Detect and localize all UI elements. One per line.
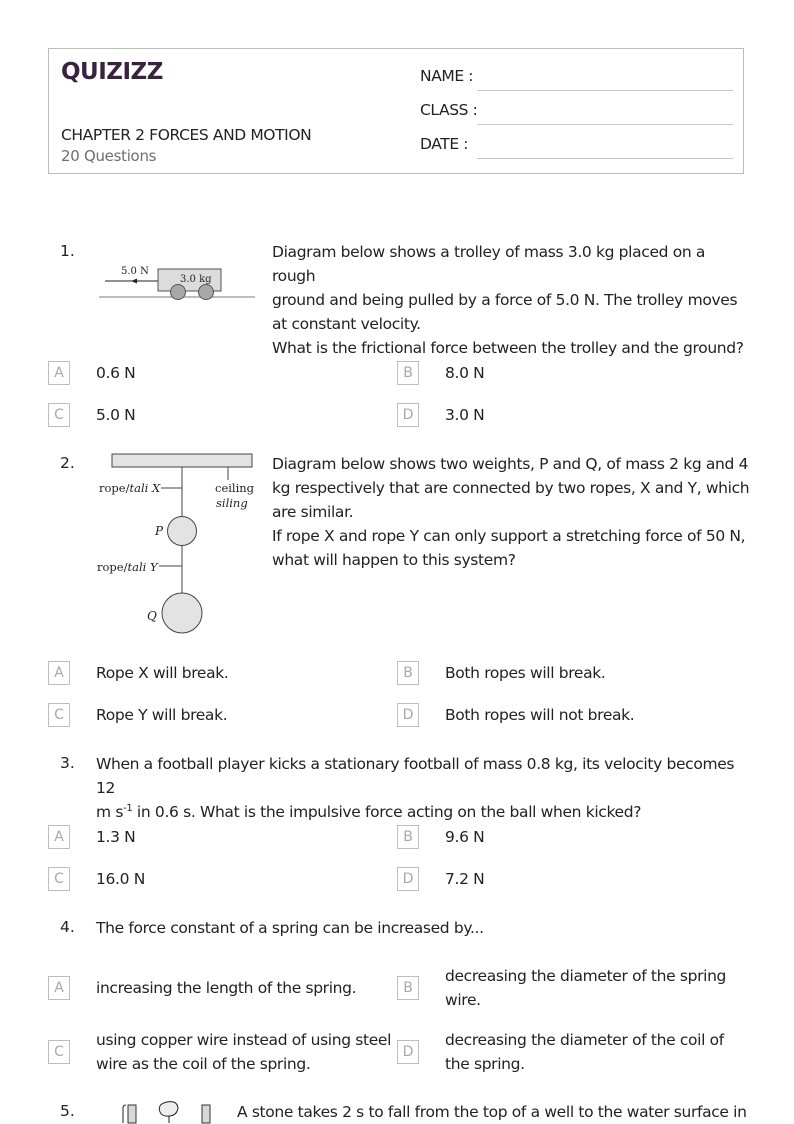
question-text: Diagram below shows two weights, P and Q… [272, 452, 752, 572]
question-text-line: at constant velocity. [272, 315, 421, 333]
option-letter: A [48, 661, 70, 685]
option-text: increasing the length of the spring. [96, 979, 357, 997]
class-label: CLASS : [420, 101, 478, 119]
worksheet-header: QUIZIZZ CHAPTER 2 FORCES AND MOTION 20 Q… [48, 48, 744, 174]
option-text: 5.0 N [96, 406, 136, 424]
question-number: 4. [60, 918, 75, 936]
option-letter: B [397, 825, 419, 849]
option-letter: D [397, 403, 419, 427]
question-text-line: ground and being pulled by a force of 5.… [272, 291, 738, 309]
class-field[interactable]: CLASS : [420, 101, 733, 125]
question-text: The force constant of a spring can be in… [96, 919, 484, 937]
question-text-line: are similar. [272, 503, 354, 521]
option-letter: C [48, 867, 70, 891]
date-field[interactable]: DATE : [420, 135, 733, 159]
option-letter: C [48, 1040, 70, 1064]
question-text: A stone takes 2 s to fall from the top o… [237, 1103, 747, 1121]
question-text-line: What is the frictional force between the… [272, 339, 744, 357]
unit-exponent: -1 [123, 802, 133, 814]
question-text-rest: in 0.6 s. What is the impulsive force ac… [132, 803, 642, 821]
stone-icon [158, 1101, 179, 1117]
force-label: 5.0 N [121, 266, 149, 277]
weight-p [167, 516, 197, 546]
question-text: When a football player kicks a stationar… [96, 752, 756, 824]
option-text: using copper wire instead of using steel… [96, 1031, 392, 1073]
trolley-diagram: 5.0 N 3.0 kg [99, 266, 255, 300]
option-text: 7.2 N [445, 870, 485, 888]
date-input-line[interactable] [477, 158, 733, 159]
class-input-line[interactable] [477, 124, 733, 125]
name-input-line[interactable] [477, 90, 733, 91]
force-arrow-head [131, 278, 137, 284]
weight-p-label: P [154, 524, 164, 538]
option-text: 3.0 N [445, 406, 485, 424]
question-number: 1. [60, 242, 75, 260]
rope-x-label: rope/tali X [99, 481, 161, 495]
question-text-line: Diagram below shows a trolley of mass 3.… [272, 243, 706, 285]
option-letter: A [48, 825, 70, 849]
question-text-line: When a football player kicks a stationar… [96, 755, 735, 797]
option-letter: B [397, 361, 419, 385]
option-text: 8.0 N [445, 364, 485, 382]
question-text-line: kg respectively that are connected by tw… [272, 479, 750, 497]
rope-y-label: rope/tali Y [97, 560, 159, 574]
mass-label: 3.0 kg [180, 274, 212, 285]
ceiling-bar [111, 453, 253, 468]
option-letter: C [48, 703, 70, 727]
option-letter: A [48, 361, 70, 385]
question-text-line: If rope X and rope Y can only support a … [272, 527, 746, 545]
option-text: Rope Y will break. [96, 706, 228, 724]
option-text: 0.6 N [96, 364, 136, 382]
question-text-line: m s-1 in 0.6 s. What is the impulsive fo… [96, 800, 756, 824]
quizizz-logo: QUIZIZZ [61, 59, 163, 85]
option-text: Rope X will break. [96, 664, 229, 682]
worksheet-title: CHAPTER 2 FORCES AND MOTION [61, 126, 312, 144]
weight-q [161, 592, 203, 634]
option-letter: D [397, 1040, 419, 1064]
option-letter: D [397, 703, 419, 727]
trolley-wheel [198, 284, 214, 300]
option-letter: D [397, 867, 419, 891]
option-text: 16.0 N [96, 870, 145, 888]
option-letter: C [48, 403, 70, 427]
option-letter: B [397, 976, 419, 1000]
well-wall-right [201, 1104, 211, 1124]
name-label: NAME : [420, 67, 474, 85]
date-label: DATE : [420, 135, 469, 153]
question-number: 5. [60, 1102, 75, 1120]
well-wall-left [127, 1104, 137, 1124]
question-text-line: what will happen to this system? [272, 551, 516, 569]
question-text: Diagram below shows a trolley of mass 3.… [272, 240, 752, 360]
question-number: 3. [60, 754, 75, 772]
unit-text: m s [96, 803, 124, 821]
weight-q-label: Q [147, 609, 157, 623]
option-text: Both ropes will break. [445, 664, 606, 682]
well-stone-diagram [122, 1101, 211, 1124]
well-wall-left-edge [122, 1104, 127, 1123]
option-letter: A [48, 976, 70, 1000]
name-field[interactable]: NAME : [420, 67, 733, 91]
question-number: 2. [60, 454, 75, 472]
ceiling-label-italic: siling [216, 496, 248, 510]
trolley-wheel [170, 284, 186, 300]
option-text: decreasing the diameter of the coil of t… [445, 1031, 724, 1073]
option-text: 9.6 N [445, 828, 485, 846]
option-text: Both ropes will not break. [445, 706, 635, 724]
hanging-weights-diagram: ceiling siling rope/tali X P rope/tali Y… [97, 453, 255, 634]
ceiling-label: ceiling [215, 481, 255, 495]
question-text-line: Diagram below shows two weights, P and Q… [272, 455, 749, 473]
option-text: decreasing the diameter of the spring wi… [445, 967, 727, 1009]
question-count: 20 Questions [61, 147, 157, 165]
option-text: 1.3 N [96, 828, 136, 846]
option-letter: B [397, 661, 419, 685]
